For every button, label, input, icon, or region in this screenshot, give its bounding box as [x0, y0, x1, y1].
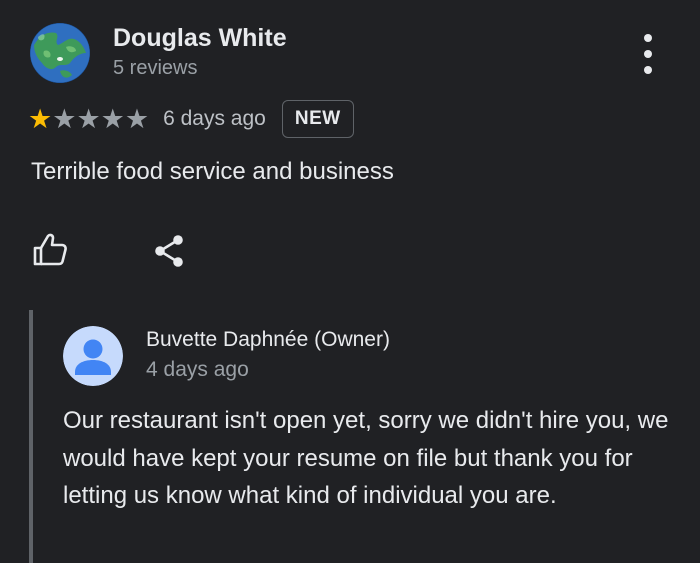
reply-divider [29, 310, 33, 563]
rating-row: ★ ★ ★ ★ ★ 6 days ago NEW [28, 99, 354, 139]
reviewer-name[interactable]: Douglas White [113, 24, 287, 53]
review-card: Douglas White 5 reviews ★ ★ ★ ★ ★ 6 days ago… [0, 0, 700, 563]
share-icon[interactable] [150, 232, 188, 270]
reviewer-review-count[interactable]: 5 reviews [113, 57, 197, 80]
person-avatar-icon[interactable] [63, 326, 123, 386]
new-badge: NEW [281, 100, 354, 138]
star-filled-icon: ★ [28, 103, 53, 135]
star-empty-icon: ★ [100, 103, 125, 135]
review-date: 6 days ago [163, 107, 266, 130]
thumbs-up-icon[interactable] [29, 230, 69, 270]
earth-avatar-icon[interactable] [30, 23, 90, 83]
more-vert-icon[interactable] [636, 34, 660, 74]
owner-reply-text: Our restaurant isn't open yet, sorry we … [63, 407, 669, 509]
star-rating: ★ ★ ★ ★ ★ [28, 106, 149, 133]
star-empty-icon: ★ [124, 103, 150, 135]
star-empty-icon: ★ [76, 103, 101, 135]
owner-name: Buvette Daphnée (Owner) [146, 328, 390, 351]
owner-reply-date: 4 days ago [146, 358, 249, 381]
review-text: Terrible food service and business [31, 158, 394, 185]
star-empty-icon: ★ [52, 103, 77, 135]
